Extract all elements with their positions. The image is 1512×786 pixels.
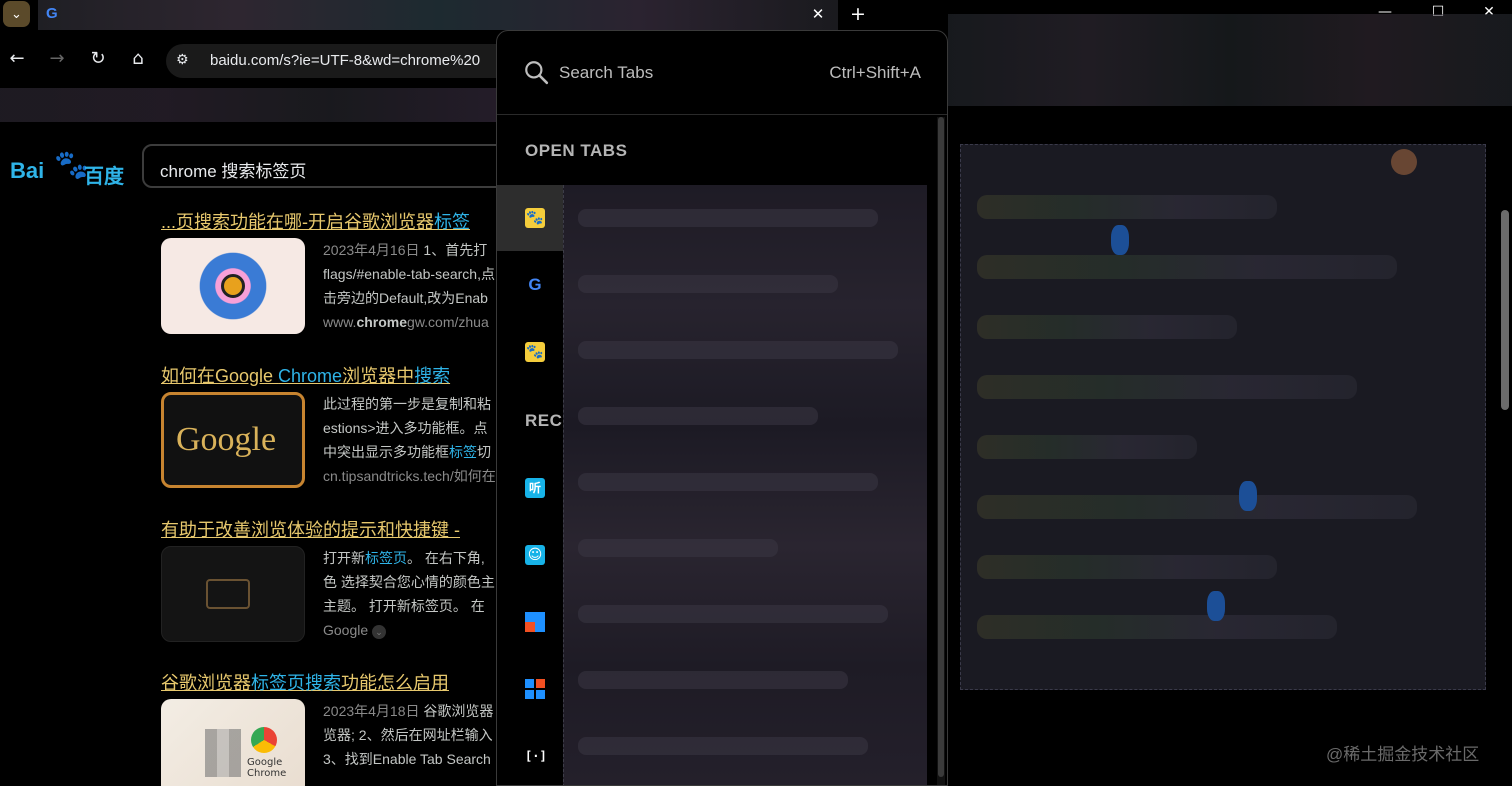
watermark: @稀土掘金技术社区 xyxy=(1326,745,1480,764)
forward-button[interactable]: → xyxy=(46,48,68,70)
result-source[interactable]: www.chromegw.com/zhua xyxy=(323,310,496,334)
baidu-paw-icon: 🐾 xyxy=(525,342,545,362)
result-title-link[interactable]: 如何在Google Chrome浏览器中搜索 xyxy=(161,362,496,388)
search-result: 有助于改善浏览体验的提示和快捷键 - 打开新标签页。 在右下角, 色 选择契合您… xyxy=(161,516,496,642)
blurred-bookmarks-bar xyxy=(0,88,496,122)
face-icon: ☺ xyxy=(525,545,545,565)
recent-tab-item[interactable] xyxy=(497,656,563,722)
result-snippet: 此过程的第一步是复制和粘 estions>进入多功能框。点 中突出显示多功能框标… xyxy=(323,392,496,488)
windows-icon xyxy=(525,679,545,699)
url-text[interactable]: baidu.com/s?ie=UTF-8&wd=chrome%20 xyxy=(210,52,500,69)
result-title-link[interactable]: ...页搜索功能在哪-开启谷歌浏览器标签 xyxy=(161,208,496,234)
back-button[interactable]: ← xyxy=(6,48,28,70)
windows-icon xyxy=(525,612,545,632)
result-snippet: 2023年4月16日 1、首先打 flags/#enable-tab-searc… xyxy=(323,238,496,334)
listen-icon: 听 xyxy=(525,478,545,498)
search-input[interactable]: chrome 搜索标签页 xyxy=(142,144,496,188)
blurred-content-area xyxy=(948,122,1512,786)
page-scrollbar[interactable] xyxy=(1498,130,1512,786)
logo-text-du: 百度 xyxy=(84,166,124,188)
popup-scrollbar[interactable] xyxy=(937,117,945,785)
open-tab-item[interactable]: 🐾 xyxy=(497,319,563,385)
active-tab[interactable]: G xyxy=(38,0,838,30)
logo-text-bai: Bai xyxy=(10,158,45,183)
tab-search-input[interactable]: Search Tabs xyxy=(559,63,653,83)
tab-search-popup: Search Tabs Ctrl+Shift+A OPEN TABS 🐾 G 🐾… xyxy=(496,30,948,786)
chevron-down-icon: ⌄ xyxy=(372,625,387,639)
open-tab-item[interactable]: 🐾 xyxy=(497,185,563,251)
result-source[interactable]: Google ⌄ xyxy=(323,618,496,642)
open-tabs-header: OPEN TABS xyxy=(525,141,628,160)
result-thumbnail[interactable] xyxy=(161,546,305,642)
new-tab-button[interactable]: + xyxy=(847,3,869,25)
address-bar[interactable]: ⚙ baidu.com/s?ie=UTF-8&wd=chrome%20 xyxy=(166,44,506,78)
blurred-panel xyxy=(960,144,1486,690)
chrome-icon xyxy=(251,727,277,753)
chevron-down-icon: ⌄ xyxy=(11,6,22,22)
result-thumbnail[interactable]: Google Chrome xyxy=(161,699,305,786)
page-content: Bai 🐾 百度 chrome 搜索标签页 ...页搜索功能在哪-开启谷歌浏览器… xyxy=(0,122,496,786)
tab-search-field[interactable]: Search Tabs Ctrl+Shift+A xyxy=(497,31,947,115)
recent-tab-item[interactable]: [·] xyxy=(497,723,563,785)
result-title-link[interactable]: 谷歌浏览器标签页搜索功能怎么启用 xyxy=(161,669,496,695)
google-icon: G xyxy=(528,275,542,294)
tab-search-button[interactable]: ⌄ xyxy=(3,1,30,27)
result-snippet: 打开新标签页。 在右下角, 色 选择契合您心情的颜色主 主题。 打开新标签页。 … xyxy=(323,546,496,642)
result-thumbnail[interactable] xyxy=(161,238,305,334)
result-title-link[interactable]: 有助于改善浏览体验的提示和快捷键 - xyxy=(161,516,496,542)
result-thumbnail[interactable]: Google xyxy=(161,392,305,488)
browser-window: ⌄ G ✕ + — ☐ ✕ ← → ↻ ⌂ ⚙ baidu.com/s?ie=U… xyxy=(0,0,1512,786)
home-button[interactable]: ⌂ xyxy=(127,48,149,70)
site-info-icon[interactable]: ⚙ xyxy=(176,52,194,70)
google-icon: G xyxy=(46,5,58,22)
search-query[interactable]: chrome 搜索标签页 xyxy=(160,157,306,182)
bracket-icon: [·] xyxy=(525,749,547,763)
search-result: 谷歌浏览器标签页搜索功能怎么启用 Google Chrome 2023年4月18日… xyxy=(161,669,496,786)
recent-tab-item[interactable] xyxy=(497,589,563,655)
baidu-logo[interactable]: Bai 🐾 百度 xyxy=(8,148,128,188)
recent-tab-item[interactable]: ☺ xyxy=(497,522,563,588)
open-tab-item[interactable]: G xyxy=(497,252,563,318)
reload-button[interactable]: ↻ xyxy=(87,48,109,70)
search-result: 如何在Google Chrome浏览器中搜索 Google 此过程的第一步是复制… xyxy=(161,362,496,488)
recent-tab-item[interactable]: 听 xyxy=(497,455,563,521)
baidu-paw-icon: 🐾 xyxy=(525,208,545,228)
blurred-toolbar-area xyxy=(948,14,1512,106)
result-source[interactable]: cn.tipsandtricks.tech/如何在 xyxy=(323,464,496,488)
blurred-tab-titles xyxy=(563,185,927,785)
search-result: ...页搜索功能在哪-开启谷歌浏览器标签 2023年4月16日 1、首先打 fl… xyxy=(161,208,496,334)
shortcut-hint: Ctrl+Shift+A xyxy=(829,63,921,82)
close-tab-button[interactable]: ✕ xyxy=(808,4,828,24)
search-icon xyxy=(525,61,549,85)
result-snippet: 2023年4月18日 谷歌浏览器 览器; 2、然后在网址栏输入 3、找到Enab… xyxy=(323,703,494,767)
